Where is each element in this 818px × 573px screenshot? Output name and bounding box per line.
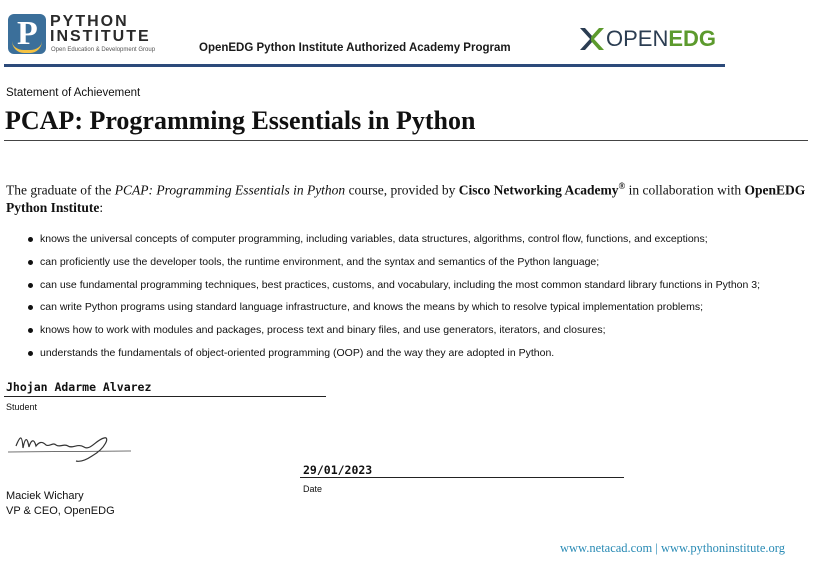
intro-course-name: PCAP: Programming Essentials in Python (114, 182, 346, 198)
signer-title: VP & CEO, OpenEDG (6, 505, 115, 517)
issue-date: 29/01/2023 (303, 463, 373, 477)
intro-text: course, provided by (345, 182, 459, 198)
list-item: can proficiently use the developer tools… (26, 256, 760, 279)
python-institute-logo: P PYTHON INSTITUTE Open Education & Deve… (8, 14, 174, 56)
footer-links: www.netacad.com | www.pythoninstitute.or… (560, 541, 785, 556)
date-label: Date (303, 484, 323, 494)
intro-text: in collaboration with (625, 182, 745, 198)
intro-text: The graduate of the (6, 182, 115, 198)
course-title: PCAP: Programming Essentials in Python (5, 106, 476, 135)
openedg-x-icon (580, 28, 604, 50)
header-divider (4, 64, 725, 67)
openedg-logo: OPENEDG (578, 24, 728, 56)
list-item: can use fundamental programming techniqu… (26, 279, 760, 302)
title-divider (4, 140, 808, 141)
student-line (4, 396, 326, 397)
statement-label: Statement of Achievement (6, 87, 141, 99)
signer-name: Maciek Wichary (6, 490, 84, 502)
intro-text: : (99, 199, 104, 215)
openedg-text-edg: EDG (668, 26, 717, 51)
signature-image (7, 437, 132, 462)
logo-subtitle: Open Education & Development Group (51, 47, 156, 53)
intro-paragraph: The graduate of the PCAP: Programming Es… (6, 178, 812, 216)
openedg-text-open: OPEN (606, 26, 669, 51)
pythoninstitute-link[interactable]: www.pythoninstitute.org (661, 541, 785, 555)
list-item: understands the fundamentals of object-o… (26, 347, 760, 370)
program-name: OpenEDG Python Institute Authorized Acad… (199, 42, 511, 54)
intro-provider: Cisco Networking Academy (458, 182, 619, 198)
achievement-list: knows the universal concepts of computer… (26, 233, 760, 370)
python-logo-icon: P (8, 14, 46, 54)
student-name: Jhojan Adarme Alvarez (6, 380, 152, 394)
list-item: knows how to work with modules and packa… (26, 324, 760, 347)
list-item: can write Python programs using standard… (26, 301, 760, 324)
date-line (300, 477, 624, 478)
netacad-link[interactable]: www.netacad.com (560, 541, 652, 555)
list-item: knows the universal concepts of computer… (26, 233, 760, 256)
footer-separator: | (652, 541, 661, 555)
signer-block: Maciek Wichary VP & CEO, OpenEDG (6, 489, 115, 519)
logo-text-line2: INSTITUTE (50, 28, 151, 45)
student-label: Student (6, 402, 38, 412)
